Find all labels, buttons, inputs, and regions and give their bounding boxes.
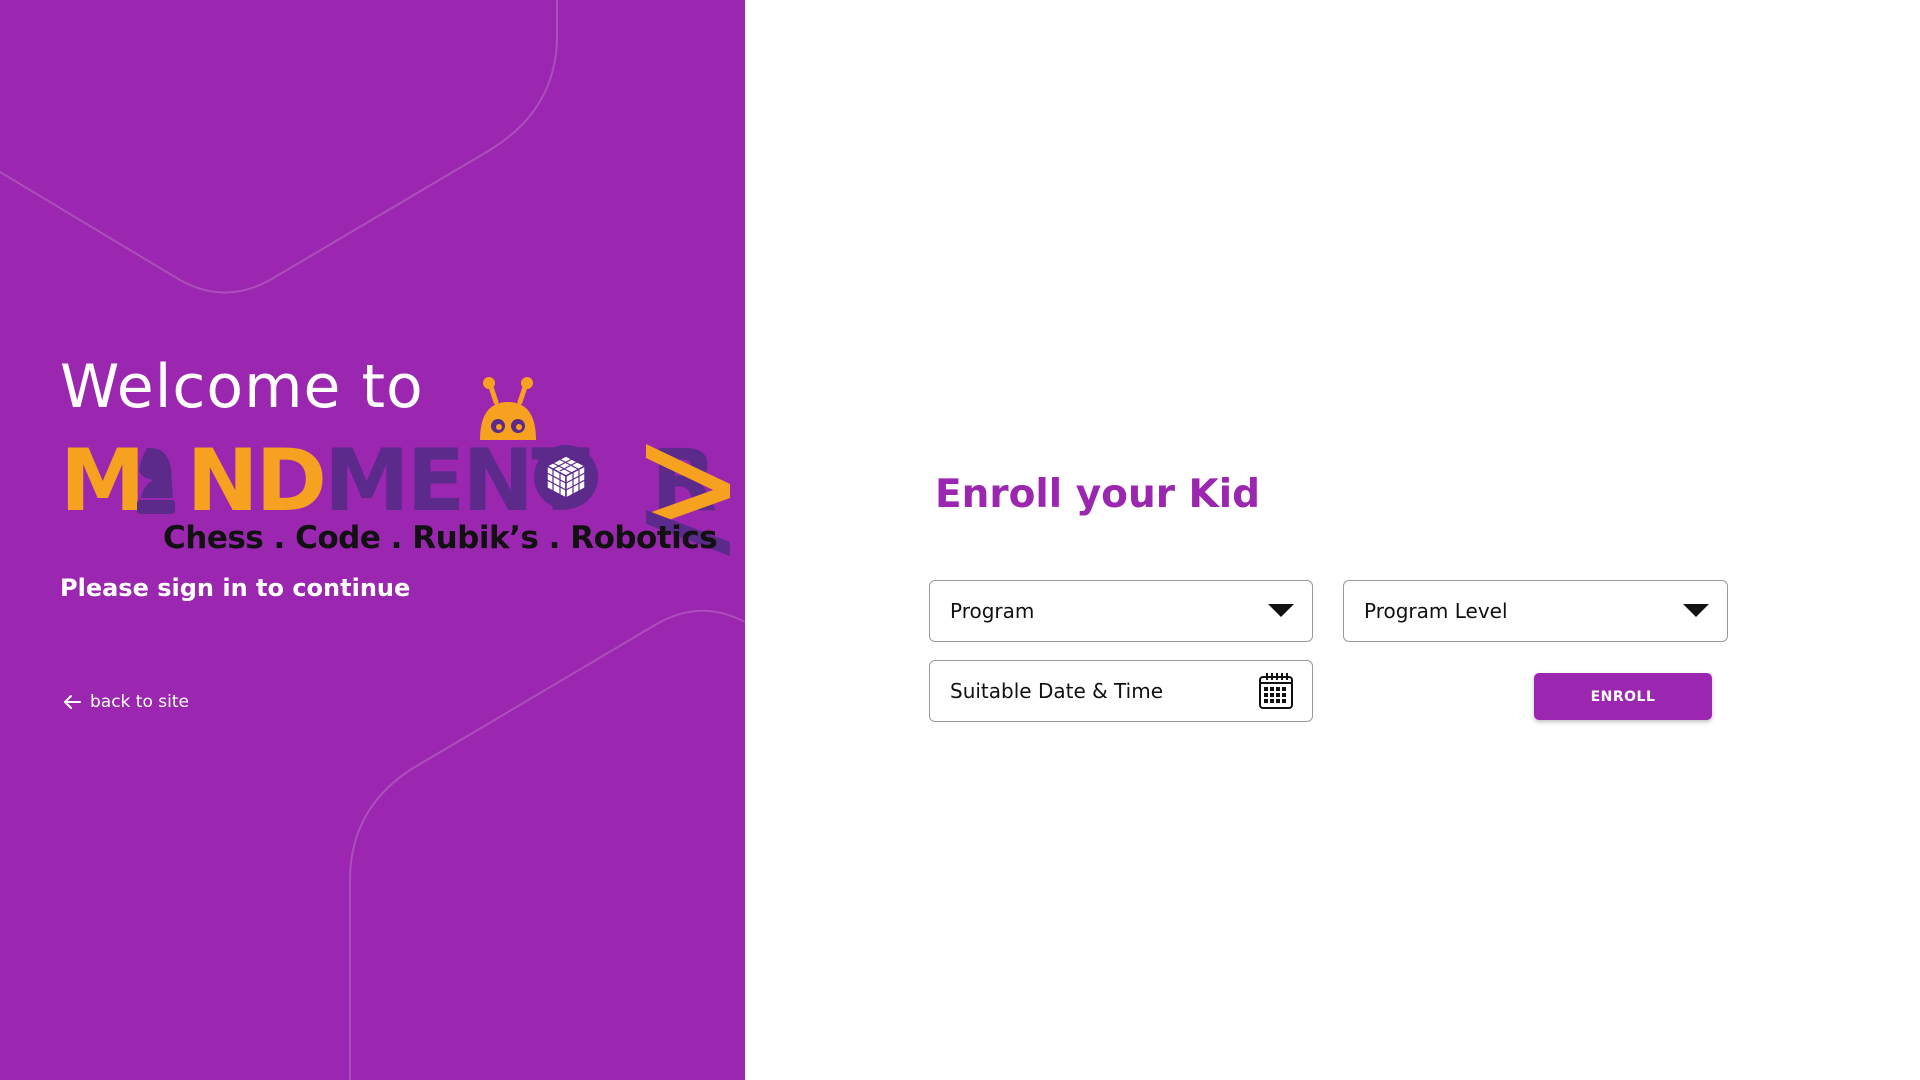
caret-down-icon — [1683, 604, 1709, 617]
enroll-button[interactable]: ENROLL — [1534, 673, 1712, 720]
program-level-select[interactable]: Program Level — [1343, 580, 1728, 642]
chess-knight-icon — [137, 447, 175, 514]
caret-down-icon — [1268, 604, 1294, 617]
logo-letters-nd: ND — [186, 431, 327, 531]
left-panel: Welcome to M NDMENT R Chess . Code . Rub… — [0, 0, 745, 1080]
logo-tagline: Chess . Code . Rubik’s . Robotics — [163, 520, 718, 556]
program-select-label: Program — [950, 599, 1035, 623]
back-to-site-label: back to site — [90, 692, 189, 712]
back-to-site-link[interactable]: back to site — [62, 692, 189, 712]
logo-letters-m: M — [60, 431, 146, 531]
date-time-picker-label: Suitable Date & Time — [950, 679, 1163, 703]
signin-prompt: Please sign in to continue — [60, 574, 411, 602]
program-level-select-label: Program Level — [1364, 599, 1508, 623]
mindmentorz-logo: M NDMENT R Chess . Code . Rubik’s . Robo… — [60, 376, 730, 566]
rubiks-cube-icon — [534, 445, 598, 509]
calendar-icon[interactable] — [1258, 672, 1294, 710]
enroll-panel: Enroll your Kid Program Program Level Su… — [745, 0, 1920, 1080]
enroll-title: Enroll your Kid — [935, 472, 1261, 517]
program-select[interactable]: Program — [929, 580, 1313, 642]
date-time-picker[interactable]: Suitable Date & Time — [929, 660, 1313, 722]
arrow-left-icon — [64, 695, 81, 709]
